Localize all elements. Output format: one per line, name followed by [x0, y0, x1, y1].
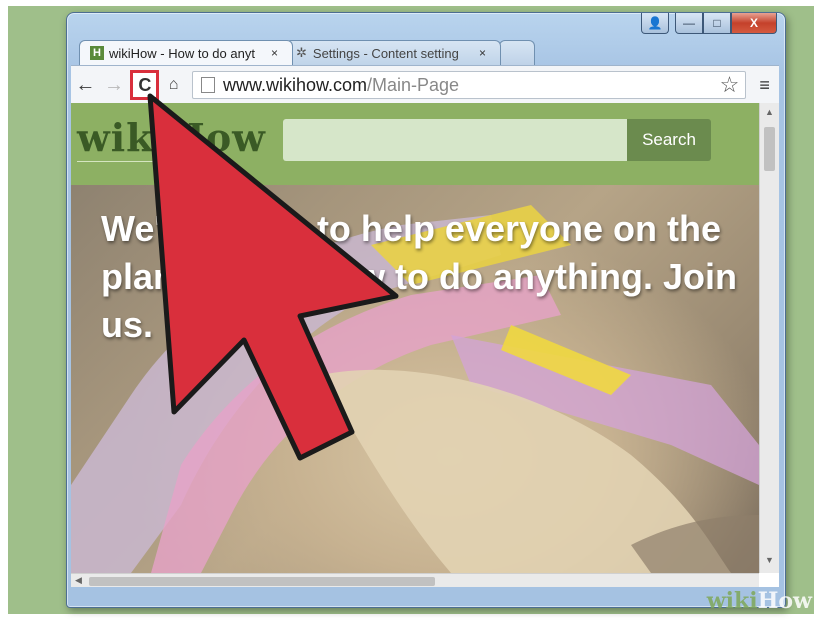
url-host: www.wikihow.com	[222, 74, 367, 95]
chrome-menu-button[interactable]: ≡	[750, 70, 779, 100]
wikihow-logo[interactable]: wikiHow	[77, 115, 266, 160]
tab-close-icon[interactable]: ×	[479, 46, 486, 60]
tab-title: wikiHow - How to do anyt	[109, 45, 255, 61]
vertical-scroll-thumb[interactable]	[764, 127, 775, 171]
gear-icon: ✲	[296, 45, 307, 60]
tab-close-icon[interactable]: ×	[271, 46, 278, 60]
border-bottom	[0, 614, 820, 620]
site-header: wikiHow log Search	[71, 103, 759, 185]
logo-underline	[77, 161, 207, 162]
border-top	[0, 0, 820, 6]
maximize-icon: □	[713, 16, 721, 30]
user-profile-button[interactable]: 👤	[641, 13, 669, 34]
toolbar: ← → C ⌂ www.wikihow.com /Main-Page ☆ ≡	[71, 65, 779, 104]
new-tab-button[interactable]	[499, 40, 535, 65]
wikihow-watermark: wikiHow	[707, 588, 812, 614]
hero-headline: We're trying to help everyone on the pla…	[101, 208, 738, 345]
reload-button[interactable]: C	[130, 70, 160, 100]
vertical-scrollbar[interactable]: ▲ ▼	[759, 103, 779, 573]
address-bar[interactable]: www.wikihow.com /Main-Page ☆	[191, 71, 747, 99]
home-button[interactable]: ⌂	[159, 70, 188, 100]
hamburger-menu-icon: ≡	[759, 74, 770, 95]
watermark-wiki: wiki	[706, 588, 758, 614]
search-button[interactable]: Search	[627, 119, 711, 161]
watermark-how: How	[757, 588, 812, 614]
border-right	[814, 0, 820, 620]
tab-settings[interactable]: ✲ Settings - Content setting ×	[285, 40, 501, 65]
close-icon: X	[749, 16, 758, 30]
close-window-button[interactable]: X	[731, 13, 777, 34]
horizontal-scroll-thumb[interactable]	[89, 577, 435, 586]
forward-button[interactable]: →	[100, 70, 129, 100]
browser-window: 👤 — □ X H wikiHow - How to do anyt × ✲ S…	[66, 12, 786, 608]
logo-tagline: log	[191, 155, 208, 169]
scroll-up-icon[interactable]: ▲	[765, 107, 774, 117]
back-button[interactable]: ←	[71, 70, 100, 100]
bookmark-star-icon[interactable]: ☆	[720, 72, 740, 98]
border-left	[0, 0, 8, 620]
reload-icon: C	[138, 74, 152, 95]
minimize-icon: —	[683, 16, 695, 30]
wikihow-favicon-icon: H	[90, 46, 104, 60]
tab-wikihow[interactable]: H wikiHow - How to do anyt ×	[79, 40, 293, 65]
page-icon	[200, 77, 215, 93]
search-input[interactable]	[283, 119, 627, 161]
page-viewport: wikiHow log Search We're trying to help …	[71, 103, 779, 587]
user-icon: 👤	[647, 16, 663, 30]
scroll-left-icon[interactable]: ◀	[75, 575, 82, 586]
caption-buttons: 👤 — □ X	[641, 13, 777, 34]
back-arrow-icon: ←	[75, 73, 96, 96]
tab-strip: H wikiHow - How to do anyt × ✲ Settings …	[79, 39, 535, 65]
tab-title: Settings - Content setting	[312, 45, 459, 61]
url-path: /Main-Page	[367, 74, 460, 95]
minimize-button[interactable]: —	[675, 13, 703, 34]
hero-banner: We're trying to help everyone on the pla…	[71, 185, 759, 573]
home-icon: ⌂	[168, 76, 179, 93]
scroll-down-icon[interactable]: ▼	[765, 555, 774, 565]
maximize-button[interactable]: □	[703, 13, 731, 34]
forward-arrow-icon: →	[104, 73, 124, 96]
horizontal-scrollbar[interactable]: ◀	[71, 573, 759, 587]
